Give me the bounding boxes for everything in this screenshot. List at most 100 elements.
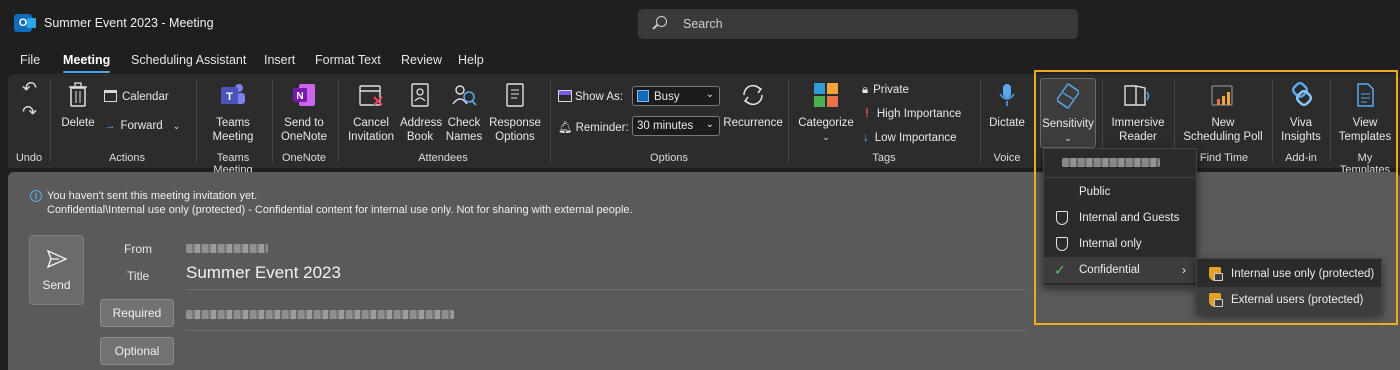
group-separator (550, 80, 551, 162)
delete-button[interactable]: Delete (60, 82, 96, 130)
sensitivity-menu: Public Internal and Guests Internal only… (1043, 148, 1197, 286)
show-as-value: Busy (654, 91, 680, 103)
group-separator (50, 80, 51, 162)
search-icon (656, 16, 667, 27)
tab-meeting[interactable]: Meeting (63, 53, 111, 73)
submenu-item-internal-use-only[interactable]: Internal use only (protected) (1197, 261, 1381, 287)
info-icon: i (30, 190, 42, 202)
show-as-dropdown[interactable]: Busy ⌄ (632, 86, 720, 106)
recurrence-icon (743, 84, 763, 106)
subject-field[interactable]: Summer Event 2023 (186, 263, 341, 283)
divider (186, 289, 1026, 290)
high-importance-button[interactable]: ! High Importance (862, 108, 961, 120)
microphone-icon (999, 84, 1015, 106)
check-label-line1: Check (447, 117, 481, 129)
send-button[interactable]: Send (29, 235, 84, 305)
menu-item-confidential[interactable]: ✓ Confidential › (1044, 257, 1196, 283)
svg-text:T: T (226, 91, 233, 103)
outlook-app-icon: O (14, 14, 36, 32)
response-options-button[interactable]: Response Options (488, 82, 542, 144)
high-importance-icon: ! (865, 108, 869, 120)
search-placeholder: Search (683, 17, 723, 31)
teams-label-line1: Teams (216, 117, 250, 129)
sensitivity-label: Sensitivity (1042, 118, 1094, 130)
menu-item-public[interactable]: Public (1044, 179, 1196, 205)
group-separator (980, 80, 981, 162)
response-label-line1: Response (489, 117, 541, 129)
group-separator (196, 80, 197, 162)
tab-format-text[interactable]: Format Text (315, 53, 381, 67)
check-names-icon (452, 85, 477, 106)
private-label: Private (873, 84, 909, 96)
forward-icon: → (104, 120, 116, 132)
reminder-dropdown[interactable]: 30 minutes ⌄ (632, 116, 720, 136)
required-value-redacted[interactable] (186, 310, 454, 319)
view-templates-button[interactable]: View Templates (1334, 82, 1396, 144)
group-label-onenote: OneNote (281, 152, 327, 164)
group-separator (272, 80, 273, 162)
reminder-label-wrap: 🔔︎ Reminder: (558, 120, 629, 134)
teams-icon: T (221, 84, 245, 104)
templates-icon (1357, 83, 1374, 107)
chevron-down-icon: ⌄ (705, 89, 714, 100)
from-value-redacted[interactable] (186, 244, 268, 253)
send-icon (46, 249, 68, 269)
group-label-addin: Add-in (1285, 152, 1317, 164)
trash-icon (69, 82, 87, 107)
onenote-label-line2: OneNote (280, 131, 328, 143)
send-to-onenote-button[interactable]: N Send to OneNote (278, 82, 330, 144)
tab-help[interactable]: Help (458, 53, 484, 67)
categorize-label: Categorize (798, 117, 854, 129)
scheduling-poll-icon (1211, 85, 1233, 106)
show-as-label: Show As: (575, 91, 623, 103)
viva-insights-button[interactable]: Viva Insights (1276, 81, 1326, 144)
lock-icon: 🔒︎ (862, 84, 869, 96)
categorize-button[interactable]: Categorize ⌄ (796, 82, 856, 144)
new-scheduling-poll-button[interactable]: New Scheduling Poll (1178, 82, 1268, 144)
cancel-calendar-icon (359, 85, 383, 106)
shield-icon (1056, 211, 1068, 225)
group-label-actions: Actions (108, 152, 146, 164)
sensitivity-button[interactable]: Sensitivity ⌄ (1040, 78, 1096, 148)
tab-insert[interactable]: Insert (264, 53, 295, 67)
low-importance-button[interactable]: ↓ Low Importance (862, 132, 957, 144)
immersive-reader-button[interactable]: Immersive Reader (1108, 82, 1168, 144)
lock-shield-icon (1209, 293, 1223, 307)
cancel-invitation-button[interactable]: Cancel Invitation (346, 82, 396, 144)
address-book-button[interactable]: Address Book (400, 82, 442, 144)
teams-meeting-button[interactable]: T Teams Meeting (204, 82, 262, 144)
group-label-tags: Tags (872, 152, 896, 164)
lock-shield-icon (1209, 267, 1223, 281)
scheduling-poll-label-line2: Scheduling Poll (1183, 131, 1263, 143)
optional-button[interactable]: Optional (100, 337, 174, 365)
submenu-item-external-users[interactable]: External users (protected) (1197, 287, 1381, 313)
calendar-button[interactable]: Calendar (104, 90, 169, 103)
menu-item-label: Public (1079, 186, 1111, 198)
tab-review[interactable]: Review (401, 53, 442, 67)
required-button[interactable]: Required (100, 299, 174, 327)
chevron-down-icon: ⌄ (705, 119, 714, 130)
viva-label-line2: Insights (1281, 131, 1321, 143)
search-box[interactable]: Search (638, 9, 1078, 39)
busy-color-swatch (637, 90, 649, 102)
tab-file[interactable]: File (20, 53, 40, 67)
onenote-icon: N (293, 84, 315, 106)
check-names-button[interactable]: Check Names (444, 82, 484, 144)
tab-scheduling-assistant[interactable]: Scheduling Assistant (131, 53, 246, 67)
reminder-label: Reminder: (575, 122, 629, 134)
forward-button[interactable]: → Forward ⌄ (104, 120, 180, 132)
check-icon: ✓ (1054, 262, 1066, 278)
private-button[interactable]: 🔒︎ Private (862, 84, 909, 97)
menu-item-internal-only[interactable]: Internal only (1044, 231, 1196, 257)
dictate-button[interactable]: Dictate (984, 82, 1030, 130)
menu-bar: File Meeting Scheduling Assistant Insert… (0, 46, 1400, 74)
svg-text:N: N (296, 91, 303, 102)
from-label: From (124, 242, 152, 256)
cancel-label-line2: Invitation (347, 131, 395, 143)
redo-icon[interactable]: ↷ (22, 102, 37, 123)
undo-icon[interactable]: ↶ (22, 78, 37, 99)
cancel-label-line1: Cancel (353, 117, 389, 129)
recurrence-button[interactable]: Recurrence (722, 82, 784, 130)
menu-item-internal-and-guests[interactable]: Internal and Guests (1044, 205, 1196, 231)
immersive-label-line1: Immersive (1111, 117, 1165, 129)
